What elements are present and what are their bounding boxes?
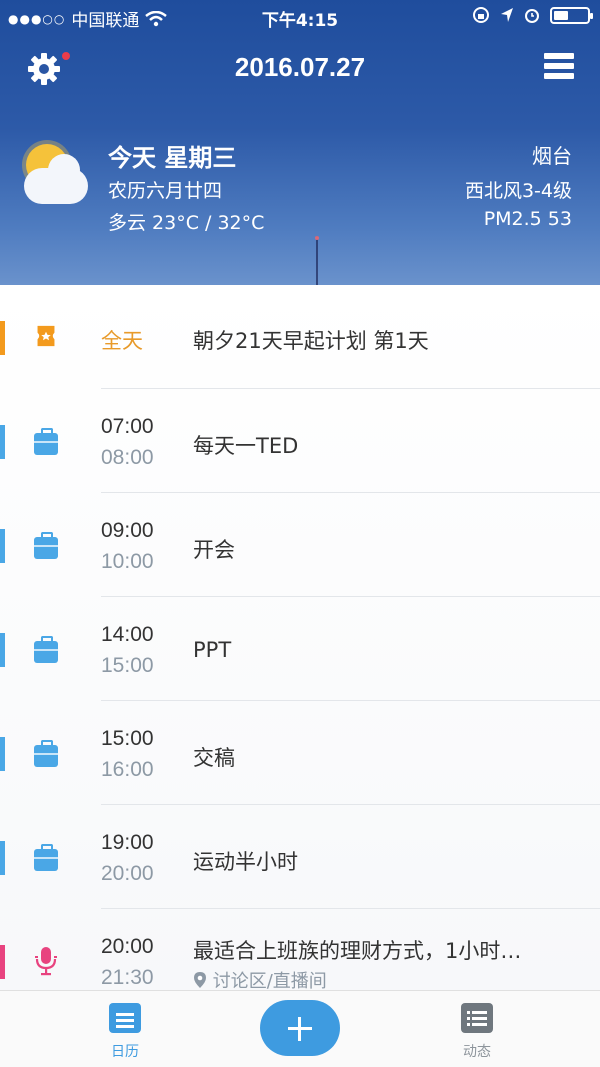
status-bar: ●●●○○ 中国联通 下午4:15: [0, 0, 600, 34]
location-icon: [501, 8, 513, 22]
menu-icon[interactable]: [544, 53, 574, 81]
list-icon: [461, 1003, 493, 1033]
tab-feed-label: 动态: [463, 1044, 491, 1060]
event-item[interactable]: 14:00 15:00 PPT: [0, 597, 600, 701]
event-end-time: 08:00: [101, 446, 154, 469]
event-start-time: 14:00: [101, 623, 154, 646]
battery-icon: [550, 6, 593, 24]
weather-condition: 多云 23°C / 32°C: [108, 212, 265, 234]
weather-day: 今天 星期三: [108, 144, 237, 172]
all-day-label: 全天: [101, 329, 143, 353]
calendar-icon: [109, 1003, 141, 1033]
briefcase-icon: [34, 740, 58, 767]
event-item[interactable]: 09:00 10:00 开会: [0, 493, 600, 597]
event-title: 开会: [193, 538, 235, 562]
event-end-time: 16:00: [101, 758, 154, 781]
event-title: 运动半小时: [193, 850, 298, 874]
ticket-icon: [37, 325, 55, 347]
event-location-text: 讨论区/直播间: [212, 971, 327, 990]
tower-silhouette: [313, 236, 321, 285]
event-title: 每天一TED: [193, 434, 299, 458]
briefcase-icon: [34, 844, 58, 871]
event-color-bar: [0, 529, 5, 563]
event-item[interactable]: 全天 朝夕21天早起计划 第1天: [0, 285, 600, 389]
event-color-bar: [0, 737, 5, 771]
event-location: 讨论区/直播间: [193, 967, 327, 990]
event-item[interactable]: 20:00 21:30 最适合上班族的理财方式，1小时… 讨论区/直播间: [0, 909, 600, 990]
tab-calendar-label: 日历: [111, 1044, 139, 1060]
status-right: [472, 6, 593, 24]
event-title: 朝夕21天早起计划 第1天: [193, 329, 429, 353]
rotation-lock-icon: [473, 7, 489, 23]
weather-lunar-date: 农历六月廿四: [108, 180, 223, 202]
event-color-bar: [0, 425, 5, 459]
event-end-time: 10:00: [101, 550, 154, 573]
event-title: 最适合上班族的理财方式，1小时…: [193, 939, 522, 963]
event-item[interactable]: 19:00 20:00 运动半小时: [0, 805, 600, 909]
event-item[interactable]: 07:00 08:00 每天一TED: [0, 389, 600, 493]
tab-calendar[interactable]: 日历: [85, 1003, 165, 1061]
location-pin-icon: [194, 972, 206, 988]
event-list: 全天 朝夕21天早起计划 第1天 07:00 08:00 每天一TED 09:0…: [0, 285, 600, 990]
event-color-bar: [0, 945, 5, 979]
event-end-time: 15:00: [101, 654, 154, 677]
add-event-button[interactable]: [260, 1000, 340, 1056]
briefcase-icon: [34, 636, 58, 663]
tab-bar: 日历 动态: [0, 990, 600, 1067]
event-item[interactable]: 15:00 16:00 交稿: [0, 701, 600, 805]
event-start-time: 20:00: [101, 935, 154, 958]
event-color-bar: [0, 841, 5, 875]
event-start-time: 07:00: [101, 415, 154, 438]
event-title: PPT: [193, 638, 232, 662]
date-title: 2016.07.27: [234, 52, 366, 82]
microphone-icon: [35, 947, 57, 976]
top-nav: 2016.07.27: [0, 46, 600, 92]
event-start-time: 09:00: [101, 519, 154, 542]
event-color-bar: [0, 633, 5, 667]
weather-city: 烟台: [532, 144, 572, 168]
event-end-time: 20:00: [101, 862, 154, 885]
briefcase-icon: [34, 428, 58, 455]
weather-pm25: PM2.5 53: [483, 208, 572, 230]
header: ●●●○○ 中国联通 下午4:15 2016.07.27 今天 星期三 农历六月…: [0, 0, 600, 285]
tab-feed[interactable]: 动态: [437, 1003, 517, 1061]
alarm-icon: [525, 9, 539, 23]
event-start-time: 19:00: [101, 831, 154, 854]
weather-wind: 西北风3-4级: [464, 180, 572, 202]
partly-cloudy-icon: [22, 140, 90, 208]
event-start-time: 15:00: [101, 727, 154, 750]
event-color-bar: [0, 321, 5, 355]
event-title: 交稿: [193, 746, 235, 770]
briefcase-icon: [34, 532, 58, 559]
event-end-time: 21:30: [101, 966, 154, 989]
